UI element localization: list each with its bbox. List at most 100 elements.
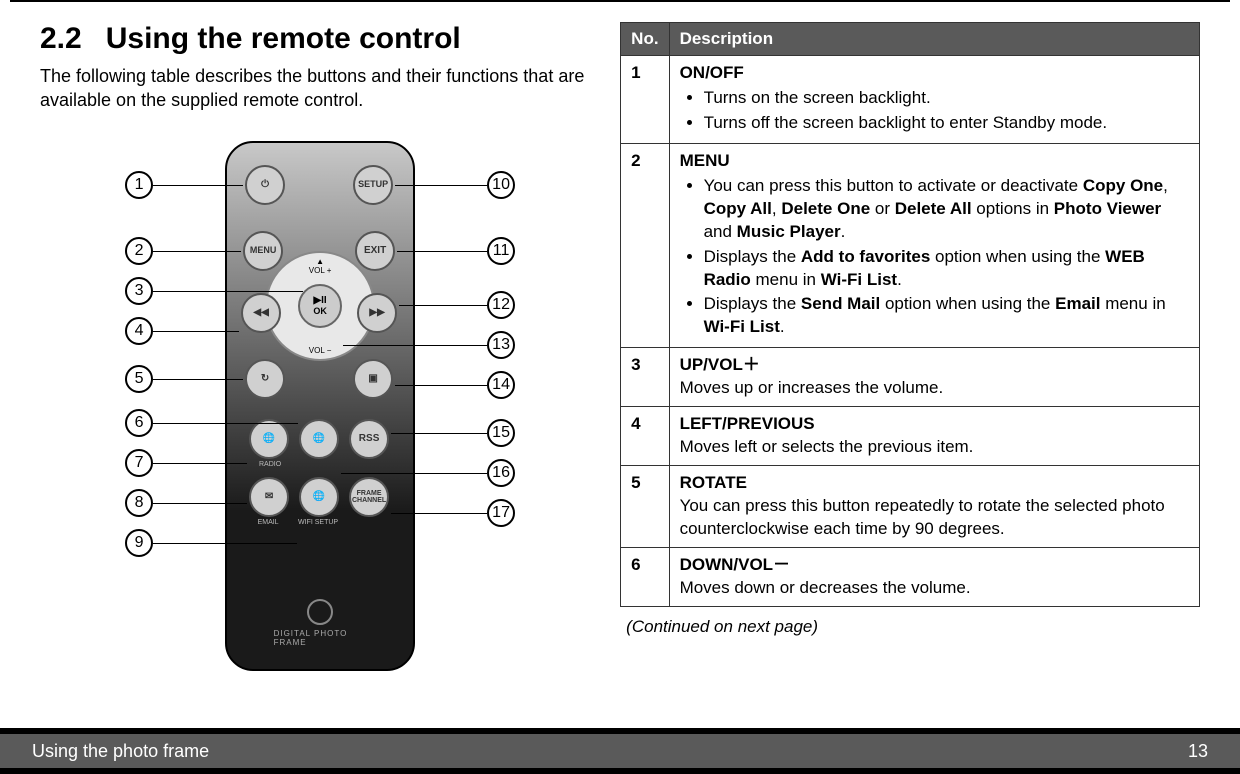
row-title: ROTATE (680, 473, 747, 492)
leader-line (153, 251, 241, 252)
ok-button: ▶IIOK (298, 284, 342, 328)
email-sublabel: EMAIL (243, 519, 293, 526)
leader-line (391, 433, 487, 434)
menu-button: MENU (243, 231, 283, 271)
row-number: 2 (621, 143, 669, 348)
pip-button: ▣ (353, 359, 393, 399)
setup-button: SETUP (353, 165, 393, 205)
bullet: Turns off the screen backlight to enter … (704, 112, 1189, 135)
row-number: 3 (621, 348, 669, 407)
bullet: Turns on the screen backlight. (704, 87, 1189, 110)
row-text: Moves up or increases the volume. (680, 378, 944, 397)
row-number: 4 (621, 407, 669, 466)
brand-logo-icon (307, 599, 333, 625)
callout-15: 15 (487, 419, 515, 447)
leader-line (399, 305, 487, 306)
vol-up-label: ▲VOL + (309, 257, 332, 275)
table-row: 2 MENU You can press this button to acti… (621, 143, 1200, 348)
col-no-header: No. (621, 23, 669, 56)
callout-5: 5 (125, 365, 153, 393)
radio-sublabel: RADIO (245, 461, 295, 468)
remote-body: DIGITAL PHOTO FRAME (225, 141, 415, 671)
leader-line (397, 251, 487, 252)
description-table: No. Description 1 ON/OFF Turns on the sc… (620, 22, 1200, 607)
row-title: UP/VOL＋ (680, 355, 760, 374)
row-desc: MENU You can press this button to activa… (669, 143, 1199, 348)
callout-1: 1 (125, 171, 153, 199)
leader-line (395, 385, 487, 386)
row-desc: ON/OFF Turns on the screen backlight. Tu… (669, 56, 1199, 144)
callout-12: 12 (487, 291, 515, 319)
continued-note: (Continued on next page) (620, 617, 1200, 637)
callout-16: 16 (487, 459, 515, 487)
callout-9: 9 (125, 529, 153, 557)
page-footer: Using the photo frame 13 (0, 728, 1240, 774)
rotate-button: ↻ (245, 359, 285, 399)
section-number: 2.2 (40, 22, 82, 55)
table-row: 5 ROTATE You can press this button repea… (621, 466, 1200, 548)
vol-down-label: VOL − (309, 346, 332, 355)
callout-17: 17 (487, 499, 515, 527)
email-button: ✉ (249, 477, 289, 517)
callout-10: 10 (487, 171, 515, 199)
footer-page-number: 13 (1188, 741, 1208, 762)
wifi-sublabel: WIFI SETUP (293, 519, 343, 526)
row-title: DOWN/VOL－ (680, 555, 791, 574)
row-desc: LEFT/PREVIOUS Moves left or selects the … (669, 407, 1199, 466)
row-number: 6 (621, 547, 669, 606)
leader-line (153, 331, 239, 332)
row-number: 5 (621, 466, 669, 548)
callout-2: 2 (125, 237, 153, 265)
leader-line (153, 379, 243, 380)
intro-text: The following table describes the button… (40, 64, 600, 113)
row-title: MENU (680, 151, 730, 170)
forward-button: ▶▶ (357, 293, 397, 333)
power-button: ⏻ (245, 165, 285, 205)
wifi-button: 🌐 (299, 477, 339, 517)
row-title: LEFT/PREVIOUS (680, 414, 815, 433)
leader-line (391, 513, 487, 514)
leader-line (395, 185, 487, 186)
leader-line (153, 185, 243, 186)
col-desc-header: Description (669, 23, 1199, 56)
leader-line (153, 423, 298, 424)
leader-line (343, 345, 487, 346)
table-row: 1 ON/OFF Turns on the screen backlight. … (621, 56, 1200, 144)
row-title: ON/OFF (680, 63, 744, 82)
callout-13: 13 (487, 331, 515, 359)
callout-4: 4 (125, 317, 153, 345)
callout-14: 14 (487, 371, 515, 399)
row-number: 1 (621, 56, 669, 144)
rewind-button: ◀◀ (241, 293, 281, 333)
table-row: 6 DOWN/VOL－ Moves down or decreases the … (621, 547, 1200, 606)
exit-button: EXIT (355, 231, 395, 271)
row-text: Moves left or selects the previous item. (680, 437, 974, 456)
row-text: Moves down or decreases the volume. (680, 578, 971, 597)
callout-11: 11 (487, 237, 515, 265)
callout-6: 6 (125, 409, 153, 437)
bullet: You can press this button to activate or… (704, 175, 1189, 244)
row-desc: UP/VOL＋ Moves up or increases the volume… (669, 348, 1199, 407)
leader-line (153, 543, 297, 544)
callout-7: 7 (125, 449, 153, 477)
rss-button: RSS (349, 419, 389, 459)
globe-button: 🌐 (299, 419, 339, 459)
footer-chapter: Using the photo frame (32, 741, 209, 762)
row-desc: DOWN/VOL－ Moves down or decreases the vo… (669, 547, 1199, 606)
table-row: 4 LEFT/PREVIOUS Moves left or selects th… (621, 407, 1200, 466)
frame-channel-button: FRAME CHANNEL (349, 477, 389, 517)
leader-line (153, 463, 247, 464)
brand-label: DIGITAL PHOTO FRAME (274, 629, 367, 647)
section-title: Using the remote control (106, 22, 461, 55)
leader-line (341, 473, 487, 474)
remote-diagram: DIGITAL PHOTO FRAME ⏻ SETUP MENU EXIT ▶I… (95, 131, 545, 681)
row-text: You can press this button repeatedly to … (680, 496, 1165, 538)
bullet: Displays the Add to favorites option whe… (704, 246, 1189, 292)
section-heading: 2.2 Using the remote control (40, 22, 600, 56)
leader-line (153, 503, 247, 504)
leader-line (153, 291, 303, 292)
row-desc: ROTATE You can press this button repeate… (669, 466, 1199, 548)
callout-3: 3 (125, 277, 153, 305)
table-row: 3 UP/VOL＋ Moves up or increases the volu… (621, 348, 1200, 407)
radio-button: 🌐 (249, 419, 289, 459)
